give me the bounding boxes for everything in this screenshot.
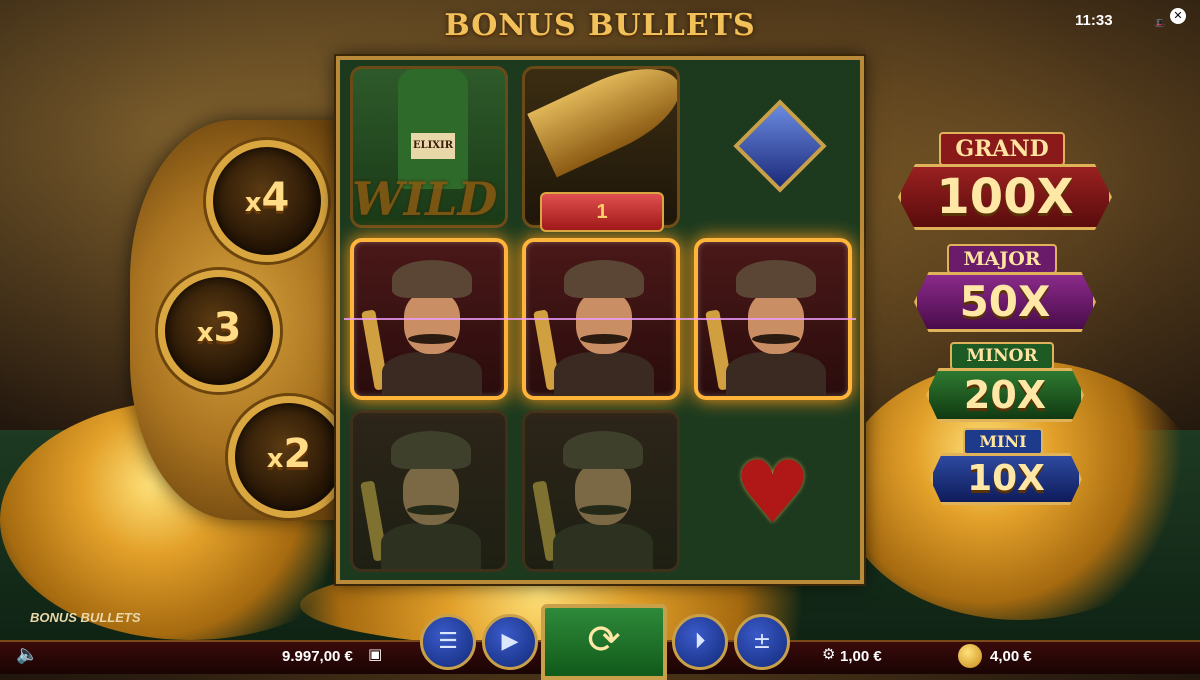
jackpot-label: GRAND (939, 132, 1065, 166)
diamond-icon (733, 99, 827, 193)
heart-icon: ♥ (734, 443, 812, 543)
jackpot-label: MINOR (950, 342, 1054, 370)
jackpot-label: MINI (963, 428, 1043, 455)
symbol-gangster (350, 410, 508, 572)
jackpot-major: MAJOR 50X (914, 244, 1096, 332)
bottle-label: ELIXIR (411, 133, 455, 159)
symbol-gangster (522, 410, 680, 572)
clock: 11:33 (1075, 12, 1113, 29)
multiplier-prefix: x (266, 444, 284, 474)
jackpot-value: 10X (930, 453, 1082, 505)
symbol-blue-diamond (694, 66, 852, 228)
jackpot-value: 20X (926, 368, 1084, 422)
bet-icon: ⚙ (822, 645, 836, 663)
coins-icon (958, 644, 982, 668)
bullet-counter: 1 (540, 192, 664, 232)
jackpot-mini: MINI 10X (930, 428, 1082, 505)
gangster-icon (532, 431, 653, 569)
multiplier-x2: x2 (228, 396, 350, 518)
gangster-icon (361, 260, 482, 396)
balance-value: 9.997,00 € (282, 648, 353, 665)
win-value: 4,00 € (990, 648, 1032, 665)
game-title: BONUS BULLETS (444, 8, 756, 43)
multiplier-x3: x3 (158, 270, 280, 392)
gangster-icon (360, 431, 481, 569)
bottle-icon (398, 69, 468, 189)
gangster-icon (533, 260, 654, 396)
bet-value: 1,00 € (840, 648, 882, 665)
multiplier-prefix: x (244, 188, 262, 218)
jackpot-minor: MINOR 20X (926, 342, 1084, 422)
multiplier-x4: x4 (206, 140, 328, 262)
multiplier-value: 2 (283, 431, 312, 477)
jackpot-value: 50X (914, 272, 1096, 332)
game-name-label: BONUS BULLETS (30, 610, 141, 625)
reel-grid: ELIXIR ♥ (336, 56, 864, 584)
jackpot-label: MAJOR (947, 244, 1057, 274)
bet-button[interactable]: ± (734, 614, 790, 670)
multiplier-value: 3 (213, 305, 242, 351)
autoplay-button[interactable]: ▶ (482, 614, 538, 670)
jackpot-value: 100X (898, 164, 1112, 230)
symbol-red-heart: ♥ (694, 410, 852, 572)
close-icon[interactable]: ✕ (1170, 8, 1186, 24)
win-payline (344, 318, 856, 320)
gangster-icon (705, 260, 826, 396)
wallet-icon[interactable]: ▣ (368, 645, 382, 663)
multiplier-prefix: x (196, 318, 214, 348)
spin-button[interactable]: ⟳ (541, 604, 667, 680)
turbo-button[interactable]: ⏵ (672, 614, 728, 670)
sound-icon[interactable]: 🔈 (16, 644, 38, 665)
bullet-icon (527, 69, 677, 178)
menu-button[interactable]: ☰ (420, 614, 476, 670)
wild-label: WILD (352, 172, 498, 226)
multiplier-value: 4 (261, 175, 290, 221)
jackpot-grand: GRAND 100X (898, 132, 1112, 230)
